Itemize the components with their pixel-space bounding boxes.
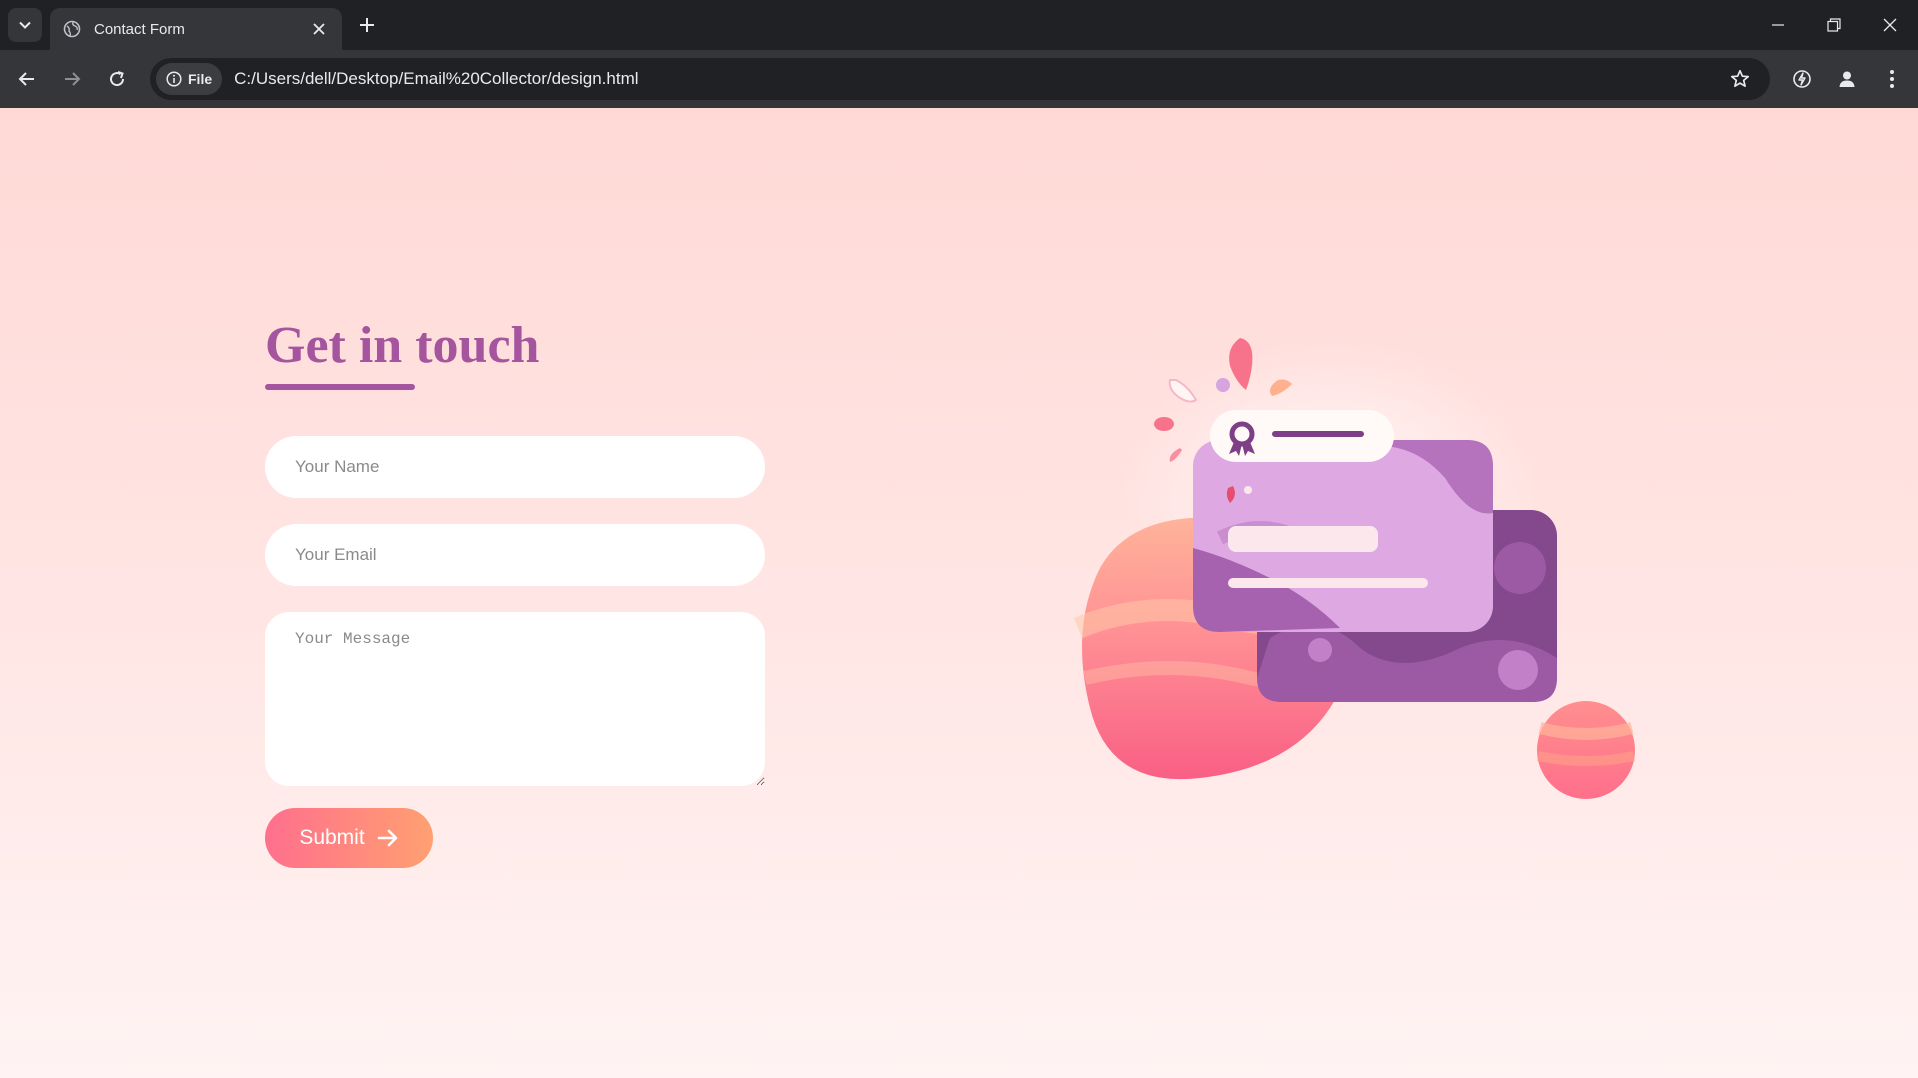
arrow-right-icon <box>377 829 397 847</box>
star-icon[interactable] <box>1720 59 1760 99</box>
minimize-icon[interactable] <box>1750 0 1806 50</box>
more-vert-icon[interactable] <box>1875 62 1909 96</box>
close-window-icon[interactable] <box>1862 0 1918 50</box>
back-arrow-icon[interactable] <box>10 62 44 96</box>
title-underline <box>265 384 415 390</box>
submit-label: Submit <box>299 826 365 849</box>
email-field[interactable] <box>265 524 765 586</box>
page-viewport: Get in touch Submit <box>0 108 1918 1078</box>
tab-contact-form[interactable]: Contact Form <box>50 8 342 50</box>
url-text[interactable]: C:/Users/dell/Desktop/Email%20Collector/… <box>234 69 1720 89</box>
site-info-chip[interactable]: File <box>156 63 223 95</box>
badge-pill <box>1210 410 1394 462</box>
tab-title: Contact Form <box>94 20 185 38</box>
plus-icon[interactable] <box>352 10 382 40</box>
tab-search-button[interactable] <box>8 8 42 42</box>
page-title: Get in touch <box>265 317 540 374</box>
contact-form: Get in touch Submit <box>265 320 765 868</box>
window-controls <box>1750 0 1918 50</box>
tab-strip: Contact Form <box>0 0 1918 50</box>
close-icon[interactable] <box>308 18 330 40</box>
site-chip-label: File <box>188 71 213 87</box>
reload-icon[interactable] <box>100 62 134 96</box>
info-icon <box>166 71 182 87</box>
profile-icon[interactable] <box>1830 62 1864 96</box>
browser-toolbar: File C:/Users/dell/Desktop/Email%20Colle… <box>0 50 1918 108</box>
restore-icon[interactable] <box>1806 0 1862 50</box>
small-ball <box>1536 701 1636 799</box>
contact-illustration <box>1073 338 1636 799</box>
globe-icon <box>62 19 82 39</box>
submit-button[interactable]: Submit <box>265 808 433 868</box>
front-card <box>1193 440 1493 632</box>
forward-arrow-icon[interactable] <box>55 62 89 96</box>
address-bar[interactable]: File C:/Users/dell/Desktop/Email%20Colle… <box>150 58 1770 100</box>
message-field[interactable] <box>265 612 765 786</box>
chevron-down-icon <box>19 21 31 29</box>
name-field[interactable] <box>265 436 765 498</box>
extension-icon[interactable] <box>1785 62 1819 96</box>
